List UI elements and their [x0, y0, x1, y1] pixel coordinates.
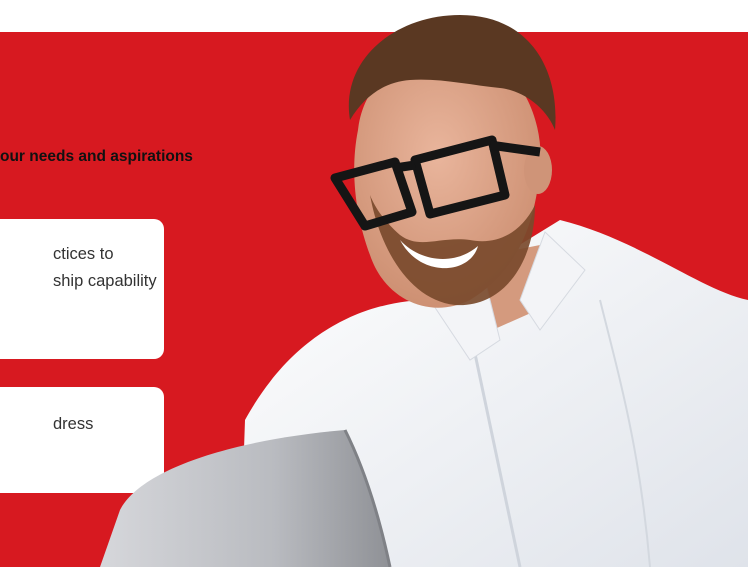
feature-card-2: dress: [0, 387, 164, 493]
feature-card-1-line-1: ctices to: [53, 245, 114, 263]
feature-card-1-line-2: ship capability: [53, 272, 157, 290]
feature-card-1: ctices to ship capability: [0, 219, 164, 359]
hero-heading: our needs and aspirations: [0, 148, 193, 165]
top-white-strip: [0, 0, 748, 32]
feature-card-2-line-1: dress: [53, 415, 94, 433]
